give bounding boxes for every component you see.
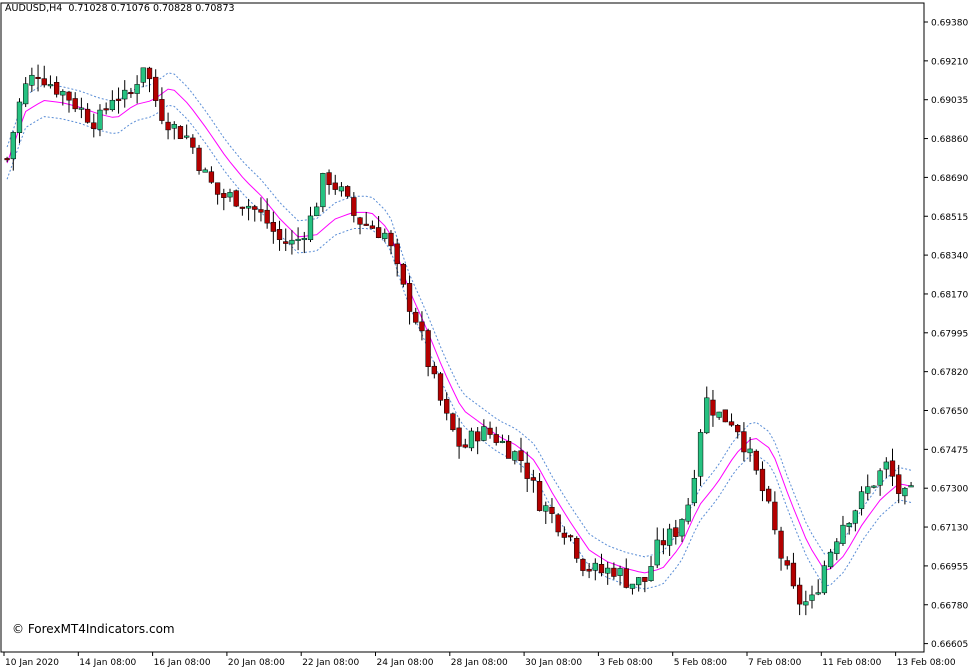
price-tick-label: 0.68690 <box>931 174 968 184</box>
candle <box>400 263 407 288</box>
price-chart[interactable]: 0.69380 0.69210 0.69035 0.68860 0.68690 0.685… <box>0 0 977 672</box>
candle <box>233 189 239 208</box>
price-axis[interactable]: 0.69380 0.69210 0.69035 0.68860 0.68690 0.685… <box>924 19 968 651</box>
candle <box>344 185 351 199</box>
time-tick-label: 11 Feb 08:00 <box>822 658 881 668</box>
time-tick-label: 28 Jan 08:00 <box>451 658 508 668</box>
candle <box>450 412 456 432</box>
time-tick-label: 20 Jan 08:00 <box>228 658 285 668</box>
price-tick-label: 0.67650 <box>931 407 968 417</box>
price-tick-label: 0.69380 <box>931 19 968 29</box>
time-tick-label: 13 Feb 08:00 <box>897 658 956 668</box>
symbol-label: AUDUSD,H4 <box>5 3 63 14</box>
candle <box>177 125 184 140</box>
price-tick-label: 0.66605 <box>931 640 968 650</box>
price-tick-label: 0.67475 <box>931 446 968 456</box>
price-tick-label: 0.68170 <box>931 290 968 300</box>
price-tick-label: 0.67300 <box>931 485 968 495</box>
candle <box>196 144 202 175</box>
plot-frame <box>0 2 925 653</box>
price-tick-label: 0.69210 <box>931 57 968 67</box>
time-tick-label: 7 Feb 08:00 <box>748 658 802 668</box>
price-tick-label: 0.67995 <box>931 329 968 339</box>
candle <box>468 427 475 452</box>
time-tick-label: 30 Jan 08:00 <box>525 658 582 668</box>
time-tick-label: 14 Jan 08:00 <box>79 658 136 668</box>
ohlc-values: 0.71028 0.71076 0.70828 0.70873 <box>68 3 235 14</box>
symbol-header: AUDUSD,H4 0.71028 0.71076 0.70828 0.7087… <box>5 3 235 14</box>
price-tick-label: 0.69035 <box>931 96 968 106</box>
price-tick-label: 0.67820 <box>931 368 968 378</box>
time-tick-label: 3 Feb 08:00 <box>599 658 653 668</box>
candle <box>437 371 444 406</box>
time-axis[interactable]: 10 Jan 2020 14 Jan 08:00 16 Jan 08:00 20 Ja… <box>3 652 956 668</box>
time-tick-label: 22 Jan 08:00 <box>302 658 359 668</box>
candle <box>320 172 326 213</box>
price-tick-label: 0.67130 <box>931 524 968 534</box>
price-tick-label: 0.68860 <box>931 135 968 145</box>
candle <box>722 409 728 423</box>
time-tick-label: 10 Jan 2020 <box>5 658 59 668</box>
price-tick-label: 0.66955 <box>931 562 968 572</box>
time-tick-label: 24 Jan 08:00 <box>377 658 434 668</box>
candle <box>827 548 834 570</box>
price-tick-label: 0.68515 <box>931 213 968 223</box>
price-tick-label: 0.68340 <box>931 252 968 262</box>
price-tick-label: 0.66780 <box>931 601 968 611</box>
time-tick-label: 5 Feb 08:00 <box>674 658 728 668</box>
time-tick-label: 16 Jan 08:00 <box>154 658 211 668</box>
candle <box>821 560 828 595</box>
watermark: © ForexMT4Indicators.com <box>12 622 175 636</box>
